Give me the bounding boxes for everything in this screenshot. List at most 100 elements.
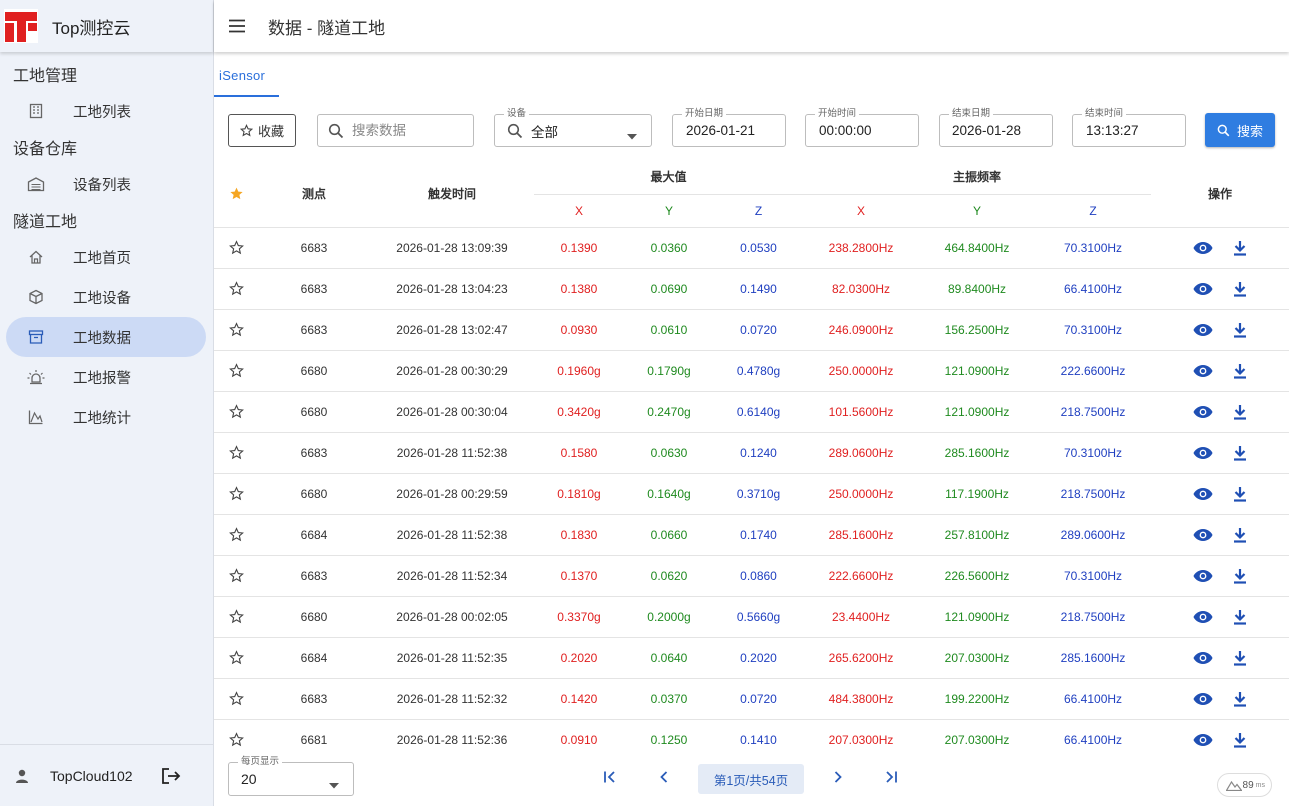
table-row[interactable]: 6680 2026-01-28 00:29:59 0.1810g 0.1640g 0.3… [214, 473, 1289, 515]
table-row[interactable]: 6684 2026-01-28 11:52:35 0.2020 0.0640 0.202… [214, 637, 1289, 679]
row-favorite-cell[interactable] [214, 432, 258, 474]
table-row[interactable]: 6683 2026-01-28 11:52:38 0.1580 0.0630 0.124… [214, 432, 1289, 474]
end-date-input[interactable] [952, 123, 1052, 138]
view-eye-icon[interactable] [1193, 323, 1213, 337]
sidebar-item-site-list[interactable]: 工地列表 [6, 91, 206, 131]
row-favorite-cell[interactable] [214, 596, 258, 638]
row-favorite-cell[interactable] [214, 473, 258, 515]
table-row[interactable]: 6683 2026-01-28 13:02:47 0.0930 0.0610 0.072… [214, 309, 1289, 351]
cell-max-y: 0.0360 [624, 227, 714, 269]
next-page-icon[interactable] [831, 770, 845, 784]
cell-freq-z: 66.4100Hz [1035, 719, 1152, 754]
search-input[interactable] [352, 123, 473, 138]
row-favorite-cell[interactable] [214, 227, 258, 269]
download-icon[interactable] [1233, 322, 1247, 338]
table-row[interactable]: 6683 2026-01-28 13:04:23 0.1380 0.0690 0.149… [214, 268, 1289, 310]
view-eye-icon[interactable] [1193, 364, 1213, 378]
last-page-icon[interactable] [884, 770, 898, 784]
cell-trigger-time: 2026-01-28 00:29:59 [370, 473, 534, 515]
first-page-icon[interactable] [603, 770, 617, 784]
sidebar-item-site-alarms[interactable]: 工地报警 [6, 357, 206, 397]
download-icon[interactable] [1233, 609, 1247, 625]
cell-operations [1151, 637, 1289, 679]
download-icon[interactable] [1233, 691, 1247, 707]
cell-max-y: 0.0660 [624, 514, 714, 556]
device-select[interactable]: 设备 全部 [494, 108, 652, 147]
download-icon[interactable] [1233, 404, 1247, 420]
cell-freq-z: 289.0600Hz [1035, 514, 1152, 556]
table-row[interactable]: 6683 2026-01-28 13:09:39 0.1390 0.0360 0.053… [214, 227, 1289, 269]
row-favorite-cell[interactable] [214, 678, 258, 720]
sidebar-item-site-home[interactable]: 工地首页 [6, 237, 206, 277]
cell-operations [1151, 596, 1289, 638]
view-eye-icon[interactable] [1193, 692, 1213, 706]
favorite-button[interactable]: 收藏 [228, 114, 296, 147]
download-icon[interactable] [1233, 240, 1247, 256]
row-favorite-cell[interactable] [214, 391, 258, 433]
cell-trigger-time: 2026-01-28 13:04:23 [370, 268, 534, 310]
download-icon[interactable] [1233, 527, 1247, 543]
table-row[interactable]: 6683 2026-01-28 11:52:32 0.1420 0.0370 0.072… [214, 678, 1289, 720]
download-icon[interactable] [1233, 445, 1247, 461]
view-eye-icon[interactable] [1193, 446, 1213, 460]
view-eye-icon[interactable] [1193, 610, 1213, 624]
table-row[interactable]: 6680 2026-01-28 00:02:05 0.3370g 0.2000g 0.5… [214, 596, 1289, 638]
download-icon[interactable] [1233, 732, 1247, 748]
download-icon[interactable] [1233, 281, 1247, 297]
header-point[interactable]: 测点 [258, 160, 370, 227]
cell-trigger-time: 2026-01-28 13:09:39 [370, 227, 534, 269]
view-eye-icon[interactable] [1193, 487, 1213, 501]
sidebar-item-site-statistics[interactable]: 工地统计 [6, 397, 206, 437]
logout-icon[interactable] [161, 767, 181, 785]
sidebar-footer: TopCloud102 [0, 744, 213, 806]
table-row[interactable]: 6681 2026-01-28 11:52:36 0.0910 0.1250 0.141… [214, 719, 1289, 754]
header-favorite[interactable] [214, 160, 258, 227]
star-outline-icon [228, 691, 244, 706]
alarm-light-icon [26, 367, 46, 387]
row-favorite-cell[interactable] [214, 555, 258, 597]
view-eye-icon[interactable] [1193, 241, 1213, 255]
header-trigger-time[interactable]: 触发时间 [370, 160, 534, 227]
cell-max-y: 0.1640g [624, 473, 714, 515]
star-outline-icon [228, 609, 244, 624]
table-row[interactable]: 6680 2026-01-28 00:30:29 0.1960g 0.1790g 0.4… [214, 350, 1289, 392]
row-favorite-cell[interactable] [214, 514, 258, 556]
download-icon[interactable] [1233, 363, 1247, 379]
view-eye-icon[interactable] [1193, 569, 1213, 583]
view-eye-icon[interactable] [1193, 405, 1213, 419]
tab-isensor[interactable]: iSensor [214, 64, 280, 97]
row-favorite-cell[interactable] [214, 309, 258, 351]
download-icon[interactable] [1233, 650, 1247, 666]
download-icon[interactable] [1233, 568, 1247, 584]
mountain-icon [1226, 780, 1242, 791]
table-row[interactable]: 6680 2026-01-28 00:30:04 0.3420g 0.2470g 0.6… [214, 391, 1289, 433]
table-row[interactable]: 6684 2026-01-28 11:52:38 0.1830 0.0660 0.174… [214, 514, 1289, 556]
star-outline-icon [228, 240, 244, 255]
cell-freq-x: 238.2800Hz [803, 227, 920, 269]
row-favorite-cell[interactable] [214, 719, 258, 754]
row-favorite-cell[interactable] [214, 268, 258, 310]
start-time-input[interactable] [819, 123, 918, 138]
search-button[interactable]: 搜索 [1205, 113, 1275, 147]
row-favorite-cell[interactable] [214, 637, 258, 679]
warehouse-icon [26, 174, 46, 194]
table-row[interactable]: 6683 2026-01-28 11:52:34 0.1370 0.0620 0.086… [214, 555, 1289, 597]
per-page-value: 20 [241, 771, 257, 787]
download-icon[interactable] [1233, 486, 1247, 502]
sidebar-item-device-list[interactable]: 设备列表 [6, 164, 206, 204]
menu-icon[interactable] [228, 19, 246, 33]
row-favorite-cell[interactable] [214, 350, 258, 392]
start-date-input[interactable] [686, 123, 785, 138]
prev-page-icon[interactable] [657, 770, 671, 784]
end-time-input[interactable] [1086, 123, 1185, 138]
cell-trigger-time: 2026-01-28 13:02:47 [370, 309, 534, 351]
per-page-select[interactable]: 每页显示 20 [228, 756, 354, 796]
sidebar-item-site-devices[interactable]: 工地设备 [6, 277, 206, 317]
view-eye-icon[interactable] [1193, 651, 1213, 665]
cell-freq-x: 289.0600Hz [803, 432, 920, 474]
view-eye-icon[interactable] [1193, 282, 1213, 296]
view-eye-icon[interactable] [1193, 528, 1213, 542]
cell-freq-x: 250.0000Hz [803, 350, 920, 392]
view-eye-icon[interactable] [1193, 733, 1213, 747]
sidebar-item-site-data[interactable]: 工地数据 [6, 317, 206, 357]
